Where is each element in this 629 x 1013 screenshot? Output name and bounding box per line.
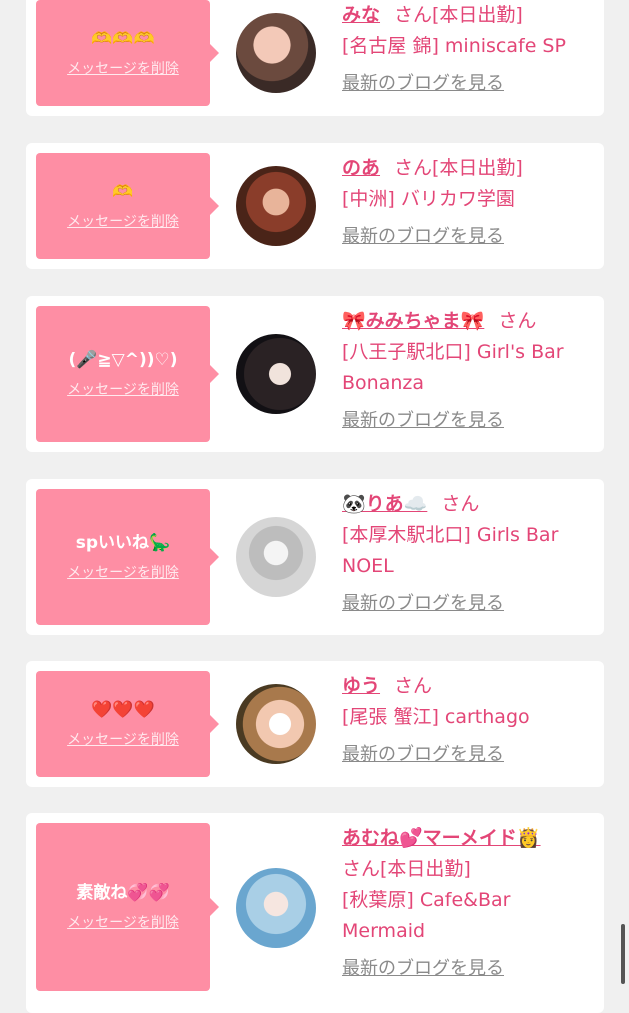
message-card: ❤️❤️❤️ メッセージを削除 ゆう さん [尾張 蟹江] carthago 最新… [26, 661, 604, 787]
delete-message-link[interactable]: メッセージを削除 [67, 730, 179, 750]
message-text: 素敵ね💞💞 [76, 883, 170, 903]
honorific-status: さん[本日出勤] [394, 4, 523, 26]
profile-info: あむね💕マーメイド👸 さん[本日出勤] [秋葉原] Cafe&Bar Merma… [342, 823, 598, 984]
delete-message-link[interactable]: メッセージを削除 [67, 59, 179, 79]
profile-name-link[interactable]: 🎀みみちゃま🎀 [342, 310, 484, 332]
latest-blog-link[interactable]: 最新のブログを見る [342, 405, 598, 436]
message-bubble: (🎤≧▽^))♡) メッセージを削除 [36, 306, 219, 442]
message-text: (🎤≧▽^))♡) [68, 350, 178, 370]
delete-message-link[interactable]: メッセージを削除 [67, 913, 179, 933]
latest-blog-link[interactable]: 最新のブログを見る [342, 953, 598, 984]
delete-message-link[interactable]: メッセージを削除 [67, 380, 179, 400]
shop-name: [尾張 蟹江] carthago [342, 706, 530, 728]
delete-message-link[interactable]: メッセージを削除 [67, 212, 179, 232]
message-bubble: 🫶🫶🫶 メッセージを削除 [36, 0, 219, 106]
avatar[interactable] [236, 166, 316, 246]
shop-name: [秋葉原] Cafe&Bar Mermaid [342, 889, 511, 942]
message-text: spいいね🦕 [75, 533, 171, 553]
avatar[interactable] [236, 684, 316, 764]
profile-name-link[interactable]: 🐼りあ☁️ [342, 493, 427, 515]
honorific-status: さん[本日出勤] [394, 157, 523, 179]
honorific-status: さん [498, 310, 537, 332]
message-text: 🫶🫶🫶 [91, 29, 155, 49]
avatar[interactable] [236, 517, 316, 597]
latest-blog-link[interactable]: 最新のブログを見る [342, 221, 598, 252]
message-bubble: 🫶 メッセージを削除 [36, 153, 219, 259]
honorific-status: さん [394, 675, 433, 697]
profile-name-link[interactable]: ゆう [342, 675, 380, 697]
message-bubble: ❤️❤️❤️ メッセージを削除 [36, 671, 219, 777]
message-bubble: spいいね🦕 メッセージを削除 [36, 489, 219, 625]
avatar[interactable] [236, 334, 316, 414]
message-card: 素敵ね💞💞 メッセージを削除 あむね💕マーメイド👸 さん[本日出勤] [秋葉原]… [26, 813, 604, 1013]
message-text: ❤️❤️❤️ [91, 700, 155, 720]
profile-name-link[interactable]: みな [342, 4, 380, 26]
latest-blog-link[interactable]: 最新のブログを見る [342, 588, 598, 619]
message-card: (🎤≧▽^))♡) メッセージを削除 🎀みみちゃま🎀 さん [八王子駅北口] Gi… [26, 296, 604, 452]
honorific-status: さん [441, 493, 480, 515]
avatar[interactable] [236, 868, 316, 948]
message-card: 🫶 メッセージを削除 のあ さん[本日出勤] [中洲] バリカワ学園 最新のブログ… [26, 143, 604, 269]
shop-name: [名古屋 錦] miniscafe SP [342, 35, 566, 57]
delete-message-link[interactable]: メッセージを削除 [67, 563, 179, 583]
profile-info: のあ さん[本日出勤] [中洲] バリカワ学園 最新のブログを見る [342, 153, 598, 252]
message-card: 🫶🫶🫶 メッセージを削除 みな さん[本日出勤] [名古屋 錦] miniscaf… [26, 0, 604, 116]
shop-name: [八王子駅北口] Girl's Bar Bonanza [342, 341, 564, 394]
scrollbar[interactable] [621, 924, 625, 984]
avatar[interactable] [236, 13, 316, 93]
message-bubble: 素敵ね💞💞 メッセージを削除 [36, 823, 219, 991]
honorific-status: さん[本日出勤] [342, 858, 471, 880]
profile-name-link[interactable]: のあ [342, 157, 380, 179]
shop-name: [本厚木駅北口] Girls Bar NOEL [342, 524, 559, 577]
shop-name: [中洲] バリカワ学園 [342, 188, 515, 210]
profile-info: みな さん[本日出勤] [名古屋 錦] miniscafe SP 最新のブログを見… [342, 0, 598, 99]
latest-blog-link[interactable]: 最新のブログを見る [342, 68, 598, 99]
profile-info: 🎀みみちゃま🎀 さん [八王子駅北口] Girl's Bar Bonanza 最新… [342, 306, 598, 436]
profile-name-link[interactable]: あむね💕マーメイド👸 [342, 827, 541, 849]
message-text: 🫶 [112, 182, 134, 202]
profile-info: ゆう さん [尾張 蟹江] carthago 最新のブログを見る [342, 671, 598, 770]
message-card: spいいね🦕 メッセージを削除 🐼りあ☁️ さん [本厚木駅北口] Girls B… [26, 479, 604, 635]
latest-blog-link[interactable]: 最新のブログを見る [342, 739, 598, 770]
profile-info: 🐼りあ☁️ さん [本厚木駅北口] Girls Bar NOEL 最新のブログを見… [342, 489, 598, 619]
